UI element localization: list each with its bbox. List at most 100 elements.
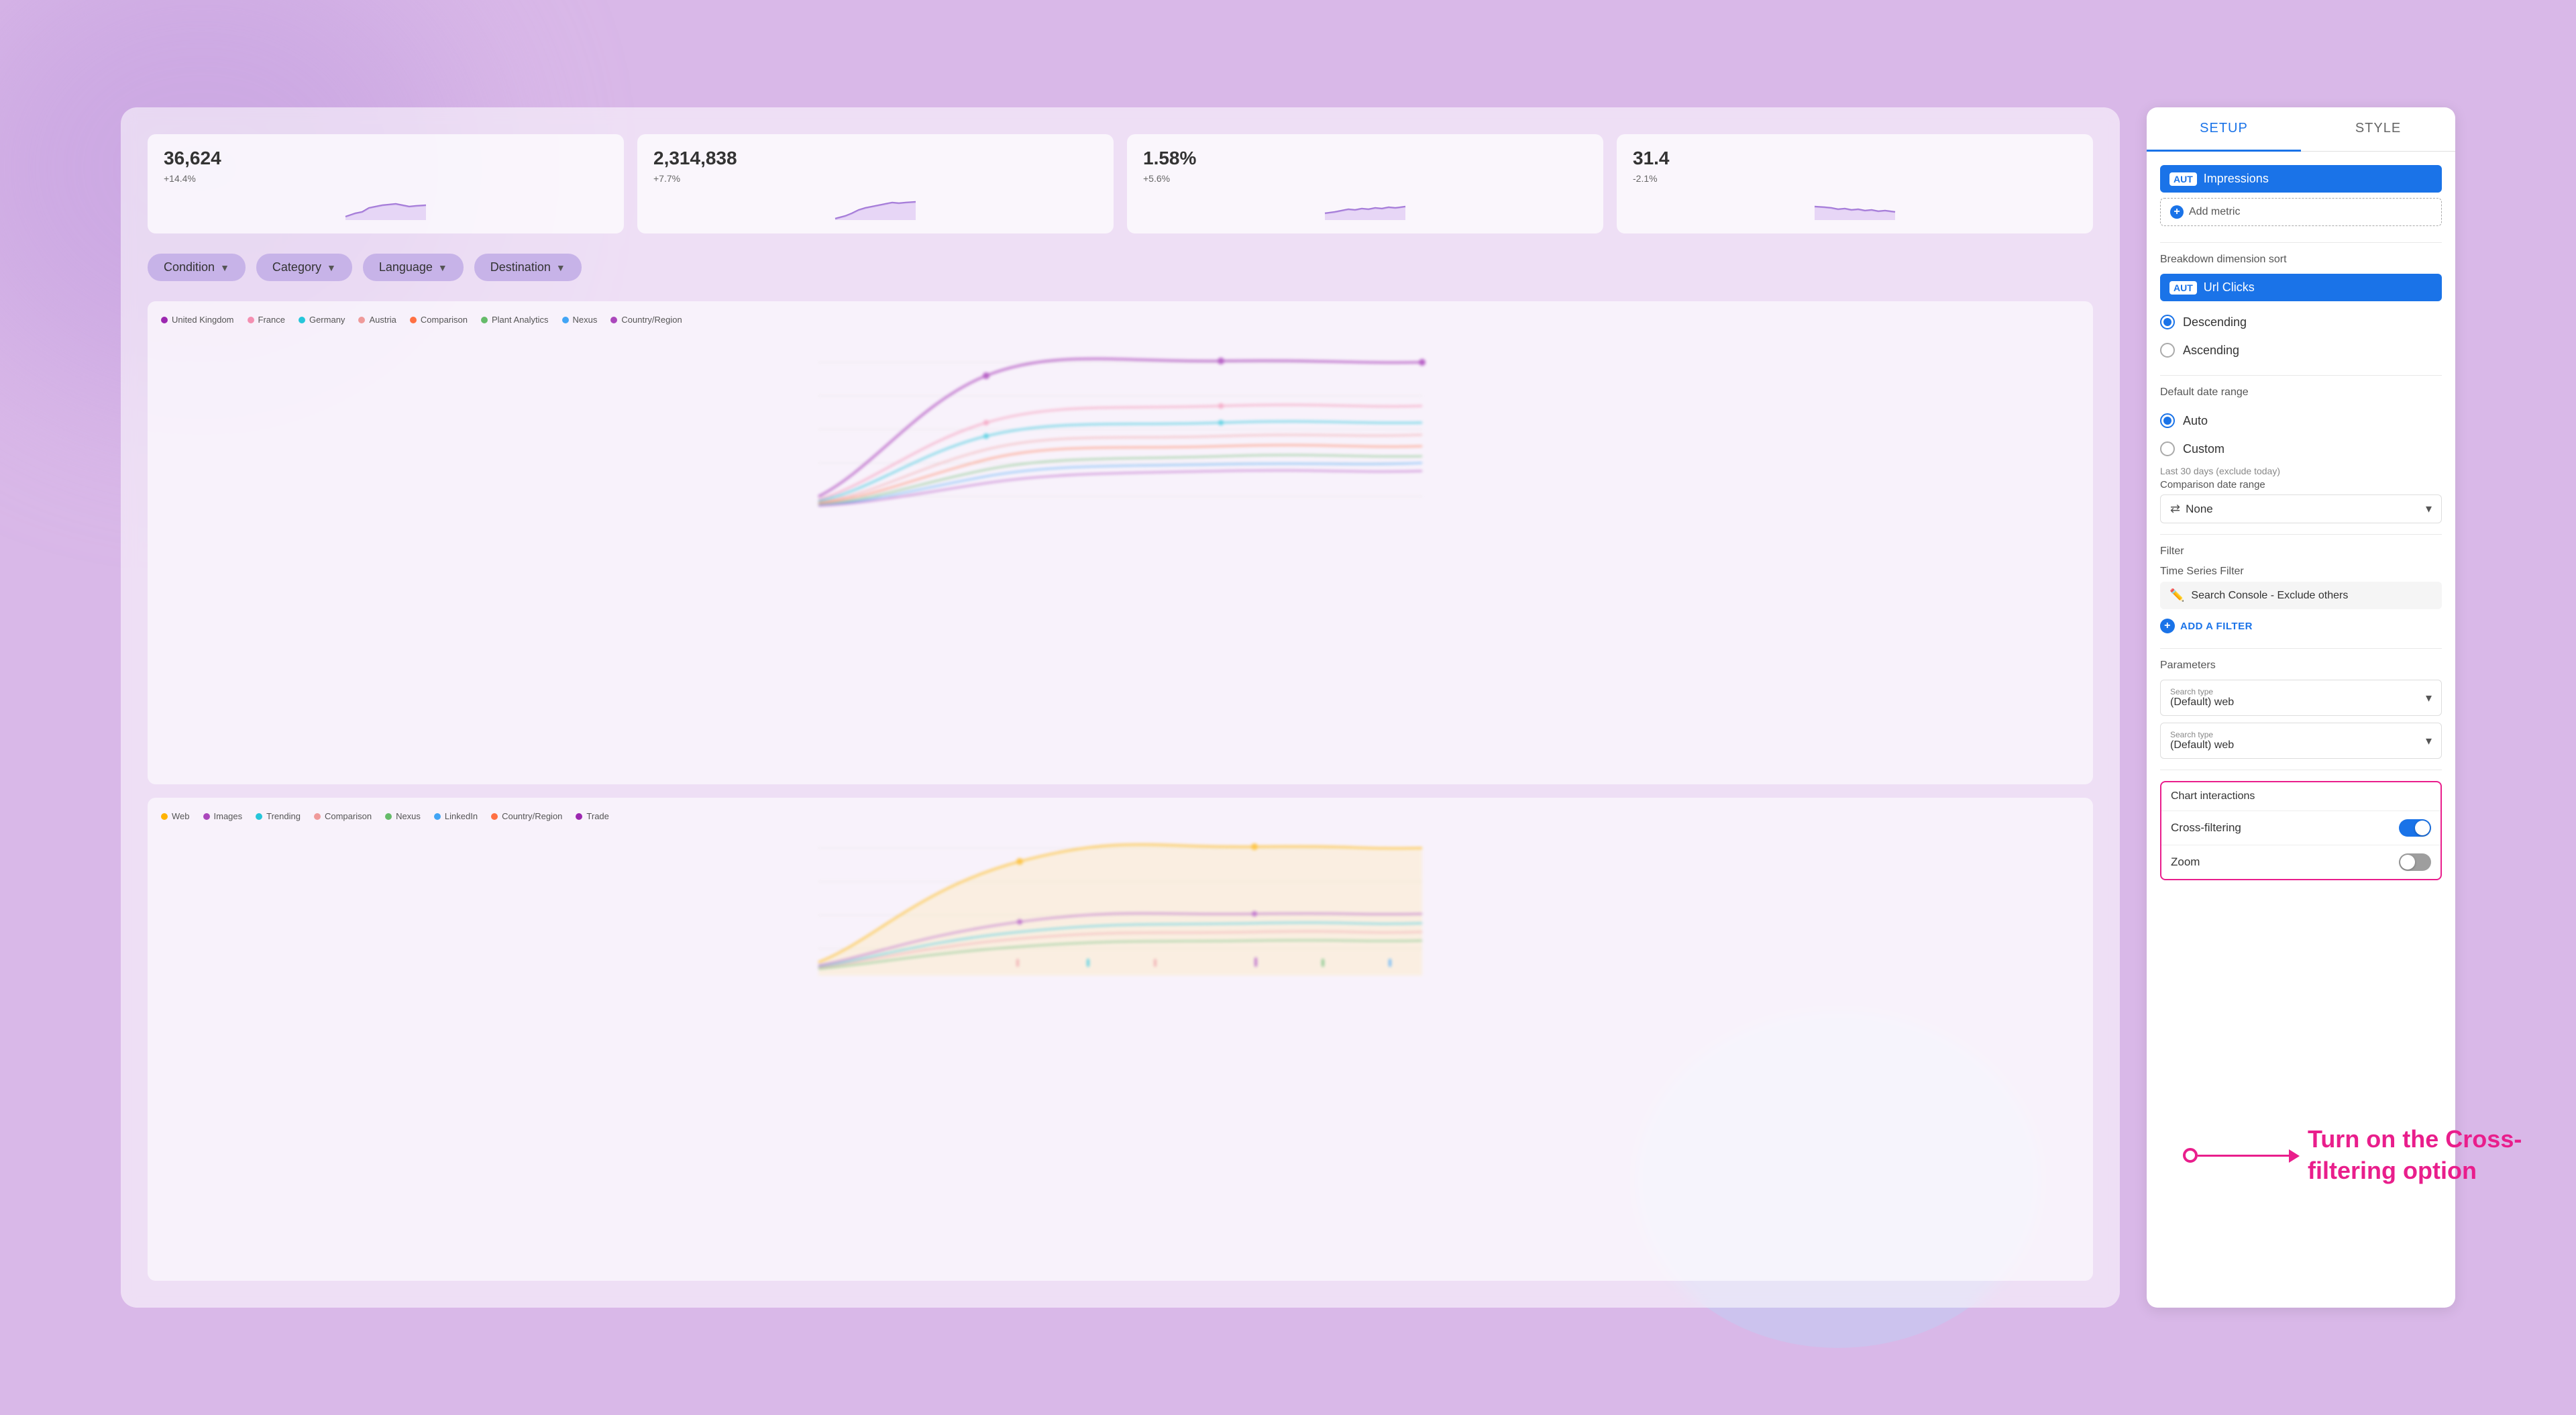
tab-setup[interactable]: SETUP [2147, 107, 2301, 152]
metric-value-clicks: 36,624 [164, 148, 608, 169]
metric-value-impressions: 2,314,838 [653, 148, 1097, 169]
metric-card-impressions: 2,314,838 +7.7% [637, 134, 1114, 233]
comparison-dropdown-value: None [2186, 503, 2426, 516]
chart-legend: United Kingdom France Germany Austria Co… [161, 315, 2080, 325]
search-type-dropdown-1[interactable]: Search type (Default) web ▾ [2160, 680, 2442, 716]
divider-2 [2160, 375, 2442, 376]
bottom-chart-legend: Web Images Trending Comparison Nexus Lin… [161, 811, 2080, 821]
radio-custom[interactable]: Custom [2160, 435, 2442, 463]
chevron-down-icon: ▼ [220, 262, 229, 273]
add-metric-label: Add metric [2189, 206, 2240, 218]
search-type-dropdown-2[interactable]: Search type (Default) web ▾ [2160, 723, 2442, 759]
main-chart-area: United Kingdom France Germany Austria Co… [148, 301, 2093, 784]
filter-section-label: Filter [2160, 545, 2442, 558]
filter-chip-row[interactable]: ✏️ Search Console - Exclude others [2160, 582, 2442, 609]
add-filter-label: ADD A FILTER [2180, 621, 2253, 632]
radio-inner-auto [2163, 417, 2171, 425]
chart-panel: 36,624 +14.4% 2,314,838 +7.7% 1.58% +5.6… [121, 107, 2120, 1308]
metric-change-ctr: +5.6% [1143, 173, 1587, 184]
chart-interactions-header: Chart interactions [2161, 782, 2440, 811]
radio-label-descending: Descending [2183, 315, 2247, 329]
bottom-chart-svg [161, 828, 2080, 976]
search-type-value-2: (Default) web [2170, 739, 2426, 751]
filter-chip-condition-label: Condition [164, 260, 215, 274]
bottom-legend-item-8: Trade [576, 811, 608, 821]
metric-value-ctr: 1.58% [1143, 148, 1587, 169]
panel-tabs: SETUP STYLE [2147, 107, 2455, 152]
aut-badge-metric: AUT [2169, 172, 2197, 186]
time-series-filter-label: Time Series Filter [2160, 566, 2442, 578]
metric-card-clicks: 36,624 +14.4% [148, 134, 624, 233]
bottom-legend-item-4: Comparison [314, 811, 372, 821]
radio-auto[interactable]: Auto [2160, 407, 2442, 435]
parameters-label: Parameters [2160, 660, 2442, 672]
filter-chip-category[interactable]: Category ▼ [256, 254, 352, 281]
sparkline-position [1633, 193, 2077, 220]
divider-1 [2160, 242, 2442, 243]
legend-item-cr: Country/Region [610, 315, 682, 325]
annotation-arrowhead [2289, 1149, 2300, 1163]
default-date-range-label: Default date range [2160, 386, 2442, 399]
filter-chip-destination-label: Destination [490, 260, 551, 274]
date-hint: Last 30 days (exclude today) [2160, 466, 2442, 476]
annotation-text: Turn on the Cross-filtering option [2308, 1124, 2522, 1187]
filter-bar: Condition ▼ Category ▼ Language ▼ Destin… [148, 254, 2093, 281]
add-filter-button[interactable]: + ADD A FILTER [2160, 615, 2442, 637]
search-type-label-1: Search type [2170, 687, 2426, 696]
chevron-down-icon-4: ▼ [556, 262, 566, 273]
bottom-legend-item-2: Images [203, 811, 243, 821]
legend-item-fr: France [248, 315, 285, 325]
chevron-down-comparison: ▾ [2426, 502, 2432, 516]
annotation-line [2198, 1155, 2292, 1157]
radio-inner-descending [2163, 318, 2171, 326]
metric-chip-impressions[interactable]: AUT Impressions [2160, 165, 2442, 193]
search-type-value-1: (Default) web [2170, 696, 2426, 709]
zoom-toggle[interactable] [2399, 853, 2431, 871]
bottom-legend-item-3: Trending [256, 811, 301, 821]
sparkline-ctr [1143, 193, 1587, 220]
main-chart-svg [161, 335, 2080, 530]
radio-label-custom: Custom [2183, 442, 2224, 456]
comparison-date-range-label: Comparison date range [2160, 479, 2442, 490]
cross-filtering-label: Cross-filtering [2171, 821, 2399, 835]
legend-item-de: Germany [299, 315, 345, 325]
bottom-chart-area: Web Images Trending Comparison Nexus Lin… [148, 798, 2093, 1281]
plus-icon-filter: + [2160, 619, 2175, 633]
arrows-icon: ⇄ [2170, 502, 2180, 516]
legend-item-at: Austria [358, 315, 396, 325]
zoom-label: Zoom [2171, 855, 2399, 869]
aut-badge-sort: AUT [2169, 281, 2197, 295]
metric-cards-row: 36,624 +14.4% 2,314,838 +7.7% 1.58% +5.6… [148, 134, 2093, 233]
main-wrapper: 36,624 +14.4% 2,314,838 +7.7% 1.58% +5.6… [121, 107, 2455, 1308]
radio-outer-descending [2160, 315, 2175, 329]
legend-item-pa: Plant Analytics [481, 315, 549, 325]
radio-label-auto: Auto [2183, 414, 2208, 428]
tab-style[interactable]: STYLE [2301, 107, 2455, 151]
bottom-legend-item-7: Country/Region [491, 811, 562, 821]
zoom-row: Zoom [2161, 845, 2440, 879]
legend-item-uk: United Kingdom [161, 315, 234, 325]
annotation-dot [2183, 1148, 2198, 1163]
sparkline-impressions [653, 193, 1097, 220]
comparison-dropdown[interactable]: ⇄ None ▾ [2160, 494, 2442, 523]
annotation-connector [2183, 1148, 2292, 1163]
metric-card-ctr: 1.58% +5.6% [1127, 134, 1603, 233]
filter-chip-language[interactable]: Language ▼ [363, 254, 464, 281]
sort-chip[interactable]: AUT Url Clicks [2160, 274, 2442, 301]
filter-chip-condition[interactable]: Condition ▼ [148, 254, 246, 281]
add-metric-button[interactable]: + Add metric [2160, 198, 2442, 226]
radio-descending[interactable]: Descending [2160, 308, 2442, 336]
legend-item-comp: Comparison [410, 315, 468, 325]
filter-chip-language-label: Language [379, 260, 433, 274]
radio-ascending[interactable]: Ascending [2160, 336, 2442, 364]
annotation-wrapper: Turn on the Cross-filtering option [2183, 1124, 2522, 1187]
divider-3 [2160, 534, 2442, 535]
chevron-down-icon-2: ▼ [327, 262, 336, 273]
metric-change-impressions: +7.7% [653, 173, 1097, 184]
cross-filtering-row: Cross-filtering [2161, 811, 2440, 845]
cross-filtering-toggle[interactable] [2399, 819, 2431, 837]
radio-outer-custom [2160, 441, 2175, 456]
filter-chip-destination[interactable]: Destination ▼ [474, 254, 582, 281]
chevron-down-params-1: ▾ [2426, 691, 2432, 705]
radio-outer-ascending [2160, 343, 2175, 358]
